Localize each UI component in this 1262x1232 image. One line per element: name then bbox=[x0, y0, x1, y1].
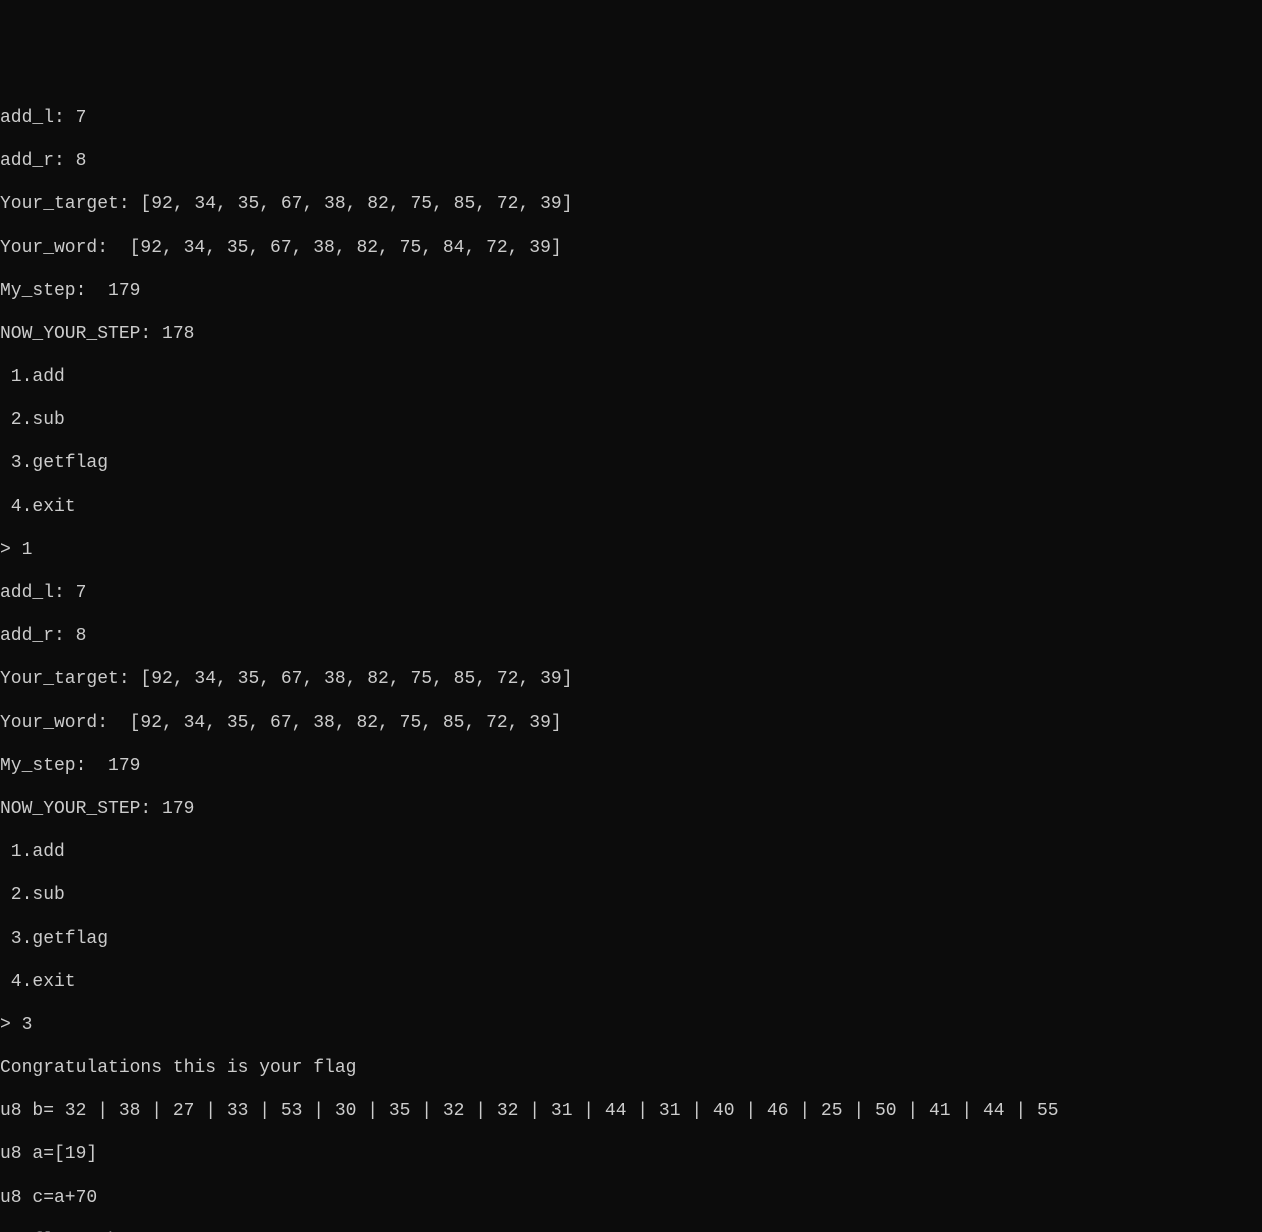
output-line-u8-flag: u8 flag=c+b bbox=[0, 1231, 1262, 1232]
menu-option-getflag-2: 3.getflag bbox=[0, 929, 1262, 951]
menu-option-add-2: 1.add bbox=[0, 842, 1262, 864]
output-line-u8-a: u8 a=[19] bbox=[0, 1144, 1262, 1166]
output-line-add-l-2: add_l: 7 bbox=[0, 583, 1262, 605]
output-line-u8-c: u8 c=a+70 bbox=[0, 1188, 1262, 1210]
menu-option-add-1: 1.add bbox=[0, 367, 1262, 389]
prompt-input-1: > 1 bbox=[0, 540, 1262, 562]
output-line-nowstep-2: NOW_YOUR_STEP: 179 bbox=[0, 799, 1262, 821]
menu-option-exit-1: 4.exit bbox=[0, 497, 1262, 519]
output-line-word-2: Your_word: [92, 34, 35, 67, 38, 82, 75, … bbox=[0, 713, 1262, 735]
terminal-output[interactable]: add_l: 7 add_r: 8 Your_target: [92, 34, … bbox=[0, 86, 1262, 1232]
output-line-target-2: Your_target: [92, 34, 35, 67, 38, 82, 75… bbox=[0, 669, 1262, 691]
output-line-nowstep-1: NOW_YOUR_STEP: 178 bbox=[0, 324, 1262, 346]
menu-option-getflag-1: 3.getflag bbox=[0, 453, 1262, 475]
output-line-add-l-1: add_l: 7 bbox=[0, 108, 1262, 130]
output-line-u8-b: u8 b= 32 | 38 | 27 | 33 | 53 | 30 | 35 |… bbox=[0, 1101, 1262, 1123]
output-line-add-r-1: add_r: 8 bbox=[0, 151, 1262, 173]
output-line-word-1: Your_word: [92, 34, 35, 67, 38, 82, 75, … bbox=[0, 238, 1262, 260]
output-line-target-1: Your_target: [92, 34, 35, 67, 38, 82, 75… bbox=[0, 194, 1262, 216]
menu-option-sub-1: 2.sub bbox=[0, 410, 1262, 432]
output-line-congrats: Congratulations this is your flag bbox=[0, 1058, 1262, 1080]
output-line-add-r-2: add_r: 8 bbox=[0, 626, 1262, 648]
menu-option-exit-2: 4.exit bbox=[0, 972, 1262, 994]
output-line-mystep-1: My_step: 179 bbox=[0, 281, 1262, 303]
menu-option-sub-2: 2.sub bbox=[0, 885, 1262, 907]
output-line-mystep-2: My_step: 179 bbox=[0, 756, 1262, 778]
prompt-input-2: > 3 bbox=[0, 1015, 1262, 1037]
